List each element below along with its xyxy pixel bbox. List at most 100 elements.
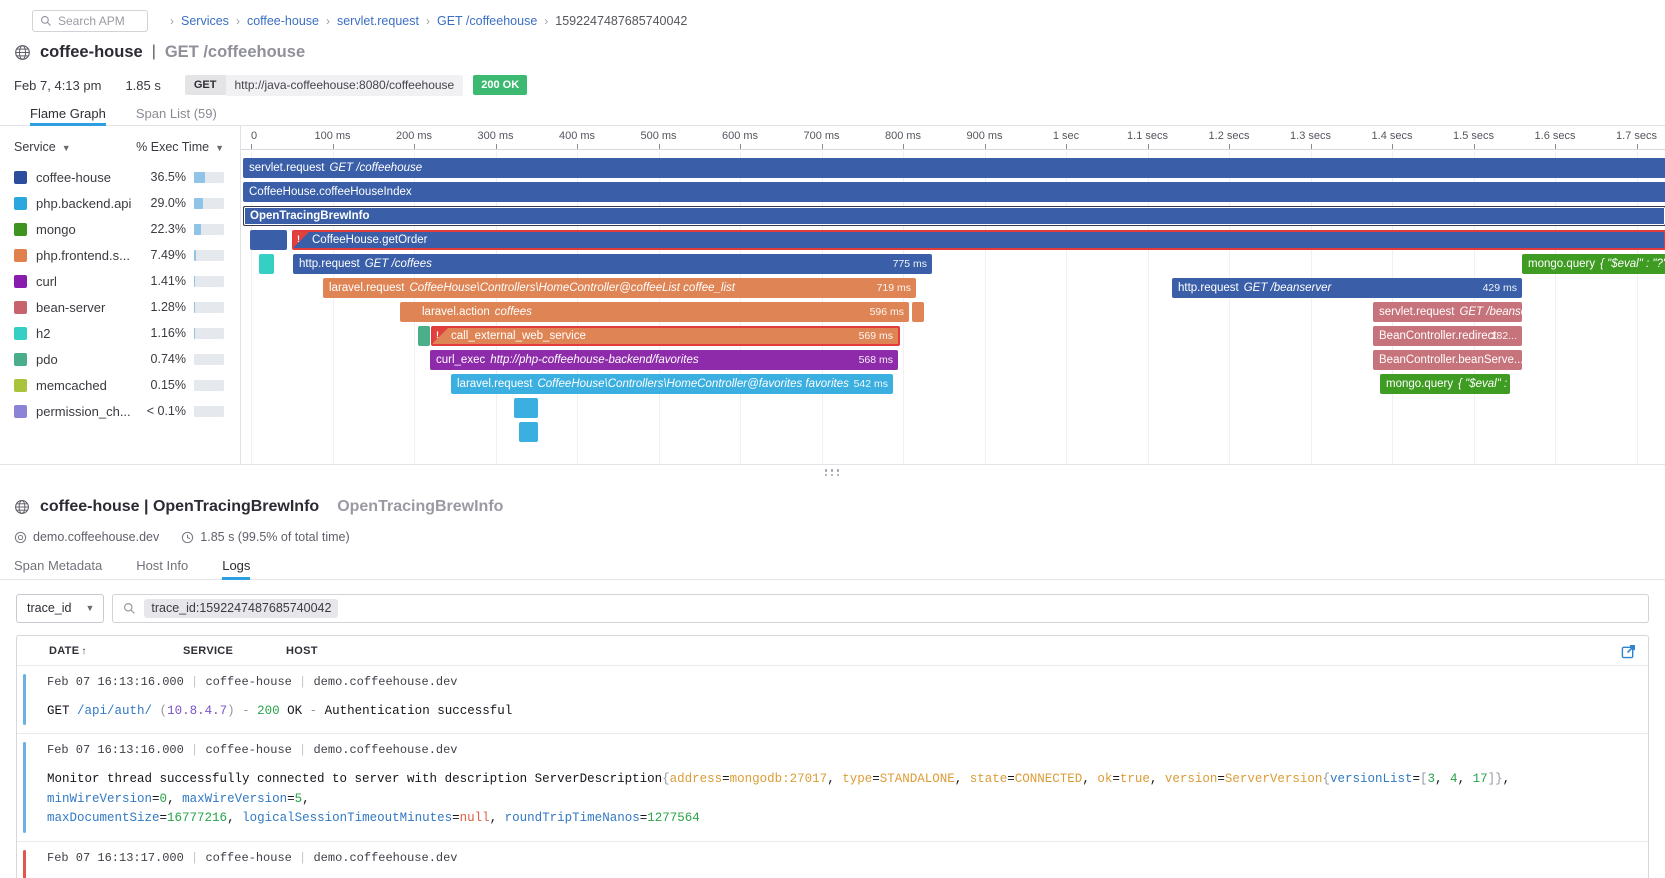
service-exec-pct: 22.3%: [138, 222, 186, 236]
flame-span-laravel-request[interactable]: laravel.requestCoffeeHouse\Controllers\H…: [451, 374, 893, 394]
flame-span-http-request[interactable]: http.requestGET /coffees775 ms: [293, 254, 932, 274]
service-name: curl: [36, 274, 138, 289]
flame-span-call-external-web-service[interactable]: !call_external_web_service569 ms: [431, 326, 900, 346]
search-icon: [40, 15, 52, 27]
flame-graph-canvas[interactable]: 0100 ms200 ms300 ms400 ms500 ms600 ms700…: [241, 126, 1665, 464]
open-in-log-explorer-icon[interactable]: [1621, 644, 1636, 659]
log-search-input[interactable]: trace_id:1592247487685740042: [112, 594, 1649, 623]
flame-span-curl-exec[interactable]: curl_exechttp://php-coffeehouse-backend/…: [430, 350, 898, 370]
service-name: php.frontend.s...: [36, 248, 138, 263]
breadcrumb-item[interactable]: coffee-house: [247, 14, 319, 28]
column-date[interactable]: DATE↑: [49, 645, 183, 657]
flame-span-fragment[interactable]: [526, 422, 538, 442]
service-exec-pct: 36.5%: [138, 170, 186, 184]
tab-logs[interactable]: Logs: [222, 558, 250, 579]
flame-span-mongo-query[interactable]: mongo.query{ "$eval" : ...: [1380, 374, 1510, 394]
trace-duration: 1.85 s: [125, 78, 160, 93]
log-row[interactable]: Feb 07 16:13:16.000 | coffee-house | dem…: [17, 665, 1648, 733]
sort-asc-icon: ↑: [81, 646, 86, 657]
globe-icon: [14, 44, 31, 61]
log-row[interactable]: Feb 07 16:13:16.000 | coffee-house | dem…: [17, 733, 1648, 840]
service-row[interactable]: memcached0.15%: [0, 372, 240, 398]
axis-tick-mark: [985, 144, 986, 149]
axis-tick-mark: [1637, 144, 1638, 149]
flame-span-beancontroller-beanserve[interactable]: BeanController.beanServe...: [1373, 350, 1522, 370]
span-detail-subtitle: OpenTracingBrewInfo: [337, 498, 503, 516]
flame-span-http-request[interactable]: http.requestGET /beanserver429 ms: [1172, 278, 1522, 298]
column-host[interactable]: HOST: [286, 645, 318, 657]
flame-span-fragment[interactable]: [418, 326, 430, 346]
flame-span-servlet-request[interactable]: servlet.requestGET /beanse...: [1373, 302, 1522, 322]
axis-tick-mark: [1229, 144, 1230, 149]
resize-handle-icon[interactable]: [825, 469, 841, 476]
span-label: servlet.request: [249, 162, 324, 174]
span-label: call_external_web_service: [451, 330, 586, 342]
span-resource: coffees: [495, 306, 532, 318]
breadcrumb-separator: ›: [326, 14, 330, 28]
flame-span-mongo-query[interactable]: mongo.query{ "$eval" : "?", ": [1522, 254, 1665, 274]
search-apm-input[interactable]: Search APM: [32, 10, 148, 32]
flame-span-fragment[interactable]: [912, 302, 924, 322]
services-panel-header: Service▼ % Exec Time▼: [0, 136, 240, 164]
flame-span-laravel-action[interactable]: laravel.actioncoffees596 ms: [416, 302, 909, 322]
flame-span-coffeehouse-coffeehouseindex[interactable]: CoffeeHouse.coffeeHouseIndex: [243, 182, 1665, 202]
service-name: mongo: [36, 222, 138, 237]
axis-tick-label: 1.4 secs: [1372, 130, 1413, 142]
service-row[interactable]: bean-server1.28%: [0, 294, 240, 320]
breadcrumb-item[interactable]: Services: [181, 14, 229, 28]
tab-flame-graph[interactable]: Flame Graph: [30, 106, 106, 125]
log-level-bar: [23, 742, 26, 832]
filter-query-chip[interactable]: trace_id:1592247487685740042: [144, 599, 338, 618]
service-column-sort[interactable]: Service▼: [14, 140, 71, 154]
service-color-swatch: [14, 275, 27, 288]
service-row[interactable]: coffee-house36.5%: [0, 164, 240, 190]
service-row[interactable]: php.backend.api29.0%: [0, 190, 240, 216]
span-resource: GET /beanse...: [1459, 306, 1522, 318]
service-row[interactable]: h21.16%: [0, 320, 240, 346]
span-duration: 568 ms: [859, 350, 893, 370]
column-service[interactable]: SERVICE: [183, 645, 286, 657]
chevron-down-icon: ▼: [62, 143, 71, 153]
service-row[interactable]: curl1.41%: [0, 268, 240, 294]
main-tabs: Flame Graph Span List (59): [0, 96, 1665, 126]
flame-span-beancontroller-redirect[interactable]: BeanController.redirect182...: [1373, 326, 1522, 346]
breadcrumb-item[interactable]: servlet.request: [337, 14, 419, 28]
flame-span-fragment[interactable]: [259, 254, 274, 274]
filter-field-select[interactable]: trace_id ▼: [16, 594, 104, 623]
axis-tick-label: 0: [251, 130, 257, 142]
flame-span-fragment[interactable]: [250, 230, 287, 250]
flame-span-opentracingbrewinfo[interactable]: OpenTracingBrewInfo: [243, 206, 1665, 226]
service-exec-pct: 0.15%: [138, 378, 186, 392]
service-exec-pct: 29.0%: [138, 196, 186, 210]
flame-span-servlet-request[interactable]: servlet.requestGET /coffeehouse: [243, 158, 1665, 178]
axis-tick-mark: [496, 144, 497, 149]
breadcrumb-separator: ›: [544, 14, 548, 28]
axis-tick-mark: [1555, 144, 1556, 149]
axis-tick-label: 1.3 secs: [1290, 130, 1331, 142]
axis-tick-mark: [1392, 144, 1393, 149]
service-row[interactable]: pdo0.74%: [0, 346, 240, 372]
flame-span-laravel-request[interactable]: laravel.requestCoffeeHouse\Controllers\H…: [323, 278, 916, 298]
flame-span-fragment[interactable]: [521, 398, 538, 418]
axis-tick-label: 800 ms: [885, 130, 921, 142]
service-exec-bar: [194, 172, 224, 183]
service-exec-bar: [194, 224, 224, 235]
span-duration: 596 ms: [870, 302, 904, 322]
service-row[interactable]: permission_ch...< 0.1%: [0, 398, 240, 424]
axis-tick-mark: [333, 144, 334, 149]
tab-span-list[interactable]: Span List (59): [136, 106, 217, 125]
log-row[interactable]: Feb 07 16:13:17.000 | coffee-house | dem…: [17, 841, 1648, 878]
breadcrumb-separator: ›: [170, 14, 174, 28]
service-row[interactable]: mongo22.3%: [0, 216, 240, 242]
tab-span-metadata[interactable]: Span Metadata: [14, 558, 102, 579]
tab-host-info[interactable]: Host Info: [136, 558, 188, 579]
span-detail-header: coffee-house | OpenTracingBrewInfo OpenT…: [0, 482, 1665, 520]
service-exec-pct: 7.49%: [138, 248, 186, 262]
exec-time-column-sort[interactable]: % Exec Time▼: [136, 140, 224, 154]
log-message: GET /api/auth/ (10.8.4.7) - 200 OK - Aut…: [47, 702, 1632, 721]
span-resource: CoffeeHouse\Controllers\HomeController@f…: [537, 378, 848, 390]
flame-span-coffeehouse-getorder[interactable]: !CoffeeHouse.getOrder: [292, 230, 1665, 250]
breadcrumb-item[interactable]: GET /coffeehouse: [437, 14, 537, 28]
service-exec-pct: 1.16%: [138, 326, 186, 340]
service-row[interactable]: php.frontend.s...7.49%: [0, 242, 240, 268]
